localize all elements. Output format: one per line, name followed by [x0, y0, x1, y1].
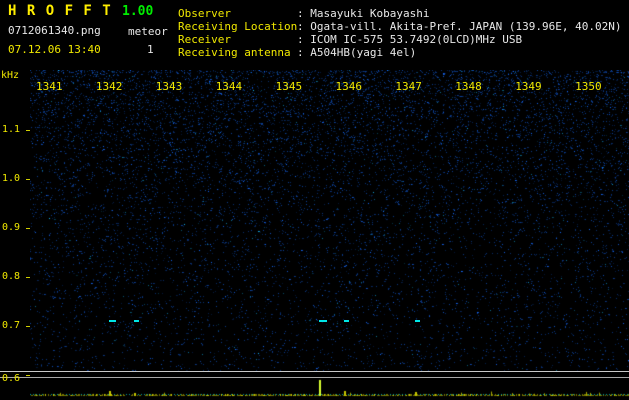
- timestamp: 07.12.06 13:40: [8, 43, 101, 56]
- x-tick-label: 1342: [95, 80, 123, 93]
- y-tick-mark: [26, 277, 30, 278]
- x-tick-label: 1347: [395, 80, 422, 93]
- y-tick-mark: [26, 179, 30, 180]
- x-tick-label: 1350: [575, 80, 602, 93]
- station-info-label: Receiving Location: [178, 20, 298, 33]
- meteor-echo-mark: [109, 320, 117, 323]
- level-plot-canvas: [30, 378, 629, 397]
- separator-line-bottom: [0, 377, 629, 378]
- spectrogram-canvas: [30, 70, 629, 371]
- separator-line-top: [0, 371, 629, 372]
- output-filename: 0712061340.png: [8, 24, 101, 37]
- meteor-echo-mark: [318, 320, 327, 323]
- station-info-label: Observer: [178, 7, 231, 20]
- station-info-row: Receiving Location: Ogata-vill. Akita-Pr…: [178, 20, 622, 33]
- y-tick-mark: [26, 130, 30, 131]
- station-info-value: : A504HB(yagi 4el): [297, 46, 417, 59]
- meteor-echo-mark: [133, 320, 139, 323]
- app-version: 1.00: [122, 4, 154, 19]
- y-tick-label: 1.1: [2, 124, 21, 135]
- meteor-echo-mark: [414, 320, 420, 323]
- y-tick-label: 0.6: [2, 373, 21, 384]
- y-tick-mark: [26, 326, 30, 327]
- x-tick-label: 1346: [335, 80, 363, 93]
- hrofft-screen: H R O F F T 1.00 0712061340.png meteor 0…: [0, 0, 629, 400]
- station-info: Observer : Masayuki Kobayashi Receiving Lo…: [178, 7, 622, 59]
- meteor-counter-value: 1: [147, 43, 154, 56]
- x-tick-label: 1345: [275, 80, 303, 93]
- station-info-value: : ICOM IC-575 53.7492(0LCD)MHz USB: [297, 33, 523, 46]
- station-info-value: : Ogata-vill. Akita-Pref. JAPAN (139.96E…: [297, 20, 622, 33]
- y-tick-label: 0.8: [2, 271, 21, 282]
- meteor-echo-mark: [343, 320, 349, 323]
- station-info-label: Receiver: [178, 33, 231, 46]
- y-tick-mark: [26, 228, 30, 229]
- x-tick-label: 1344: [215, 80, 243, 93]
- y-axis-unit-label: kHz: [1, 70, 20, 81]
- y-tick-label: 0.7: [2, 320, 21, 331]
- app-title: H R O F F T: [8, 3, 112, 19]
- y-tick-label: 1.0: [2, 173, 21, 184]
- station-info-value: : Masayuki Kobayashi: [297, 7, 430, 20]
- y-tick-label: 0.9: [2, 222, 21, 233]
- meteor-counter-label: meteor: [128, 25, 168, 38]
- station-info-row: Receiver : ICOM IC-575 53.7492(0LCD)MHz U…: [178, 33, 622, 46]
- station-info-row: Observer : Masayuki Kobayashi: [178, 7, 622, 20]
- station-info-row: Receiving antenna : A504HB(yagi 4el): [178, 46, 622, 59]
- x-tick-label: 1341: [36, 80, 63, 93]
- station-info-label: Receiving antenna: [178, 46, 291, 59]
- x-tick-label: 1343: [155, 80, 183, 93]
- y-tick-mark: [26, 375, 30, 376]
- x-tick-label: 1349: [515, 80, 542, 93]
- x-tick-label: 1348: [455, 80, 482, 93]
